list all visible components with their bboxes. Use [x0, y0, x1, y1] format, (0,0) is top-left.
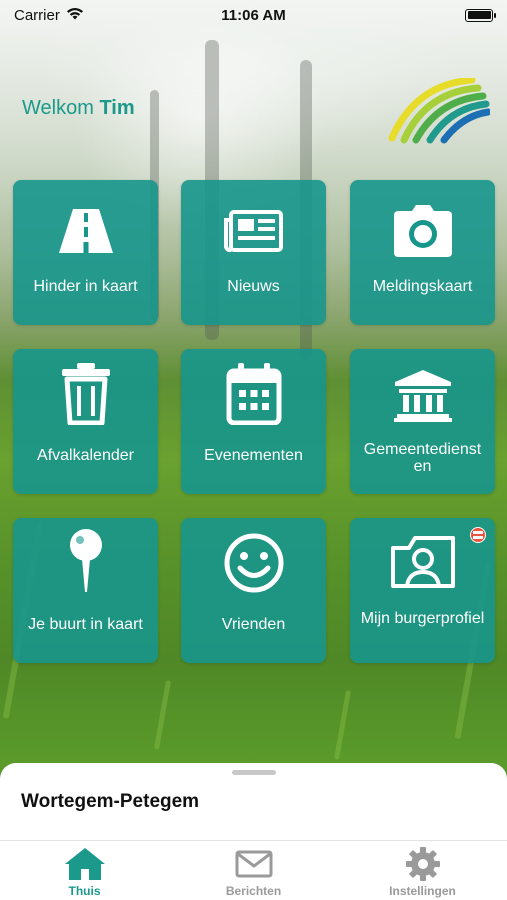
tab-label: Instellingen: [389, 884, 456, 898]
tile-label: Vrienden: [221, 616, 286, 633]
bottom-sheet: Wortegem-Petegem Thuis Berichten Instell…: [0, 763, 507, 900]
municipality-logo: [386, 76, 492, 144]
newspaper-icon: [181, 200, 326, 262]
tile-evenementen[interactable]: Evenementen: [181, 349, 326, 494]
tile-je-buurt-in-kaart[interactable]: Je buurt in kaart: [13, 518, 158, 663]
tile-label: Afvalkalender: [37, 447, 134, 464]
welcome-prefix: Welkom: [22, 97, 94, 119]
tile-label: Hinder in kaart: [33, 278, 138, 295]
camera-icon: [350, 200, 495, 262]
tile-vrienden[interactable]: Vrienden: [181, 518, 326, 663]
map-pin-icon: [13, 529, 158, 592]
tile-label: Je buurt in kaart: [28, 616, 143, 633]
tab-bar: Thuis Berichten Instellingen: [0, 840, 507, 900]
tile-label: Evenementen: [204, 447, 303, 464]
municipality-name: Wortegem-Petegem: [21, 791, 200, 812]
carrier-label: Carrier: [14, 6, 60, 24]
tile-hinder-in-kaart[interactable]: Hinder in kaart: [13, 180, 158, 325]
tab-berichten[interactable]: Berichten: [169, 841, 338, 900]
tile-label: Mijn burgerprofiel: [360, 610, 485, 627]
tile-label: Gemeentedienst en: [363, 441, 482, 475]
tab-thuis[interactable]: Thuis: [0, 841, 169, 900]
status-left: Carrier: [14, 7, 84, 24]
tab-instellingen[interactable]: Instellingen: [338, 841, 507, 900]
new-badge: [470, 527, 486, 543]
menu-grid: Hinder in kaart Nieuws Meldingskaart Afv…: [13, 180, 495, 663]
home-icon: [64, 847, 106, 881]
battery-icon: [465, 8, 496, 22]
wifi-icon: [66, 7, 84, 24]
tile-nieuws[interactable]: Nieuws: [181, 180, 326, 325]
user-name: Tim: [99, 97, 135, 119]
gear-icon: [405, 847, 441, 881]
tile-label: Nieuws: [227, 278, 280, 295]
tile-mijn-burgerprofiel[interactable]: Mijn burgerprofiel: [350, 518, 495, 663]
town-hall-icon: [350, 365, 495, 427]
envelope-icon: [235, 847, 273, 881]
sheet-drag-handle[interactable]: [232, 770, 276, 775]
tab-label: Berichten: [225, 884, 282, 898]
tile-afvalkalender[interactable]: Afvalkalender: [13, 349, 158, 494]
welcome-text: Welkom Tim: [22, 97, 135, 120]
smiley-icon: [181, 532, 326, 594]
tile-label: Meldingskaart: [372, 278, 473, 295]
tab-label: Thuis: [68, 884, 101, 898]
status-bar: Carrier 11:06 AM: [0, 0, 507, 30]
tile-gemeentediensten[interactable]: Gemeentedienst en: [350, 349, 495, 494]
calendar-icon: [181, 363, 326, 425]
road-icon: [13, 200, 158, 262]
trash-icon: [13, 363, 158, 425]
tile-meldingskaart[interactable]: Meldingskaart: [350, 180, 495, 325]
